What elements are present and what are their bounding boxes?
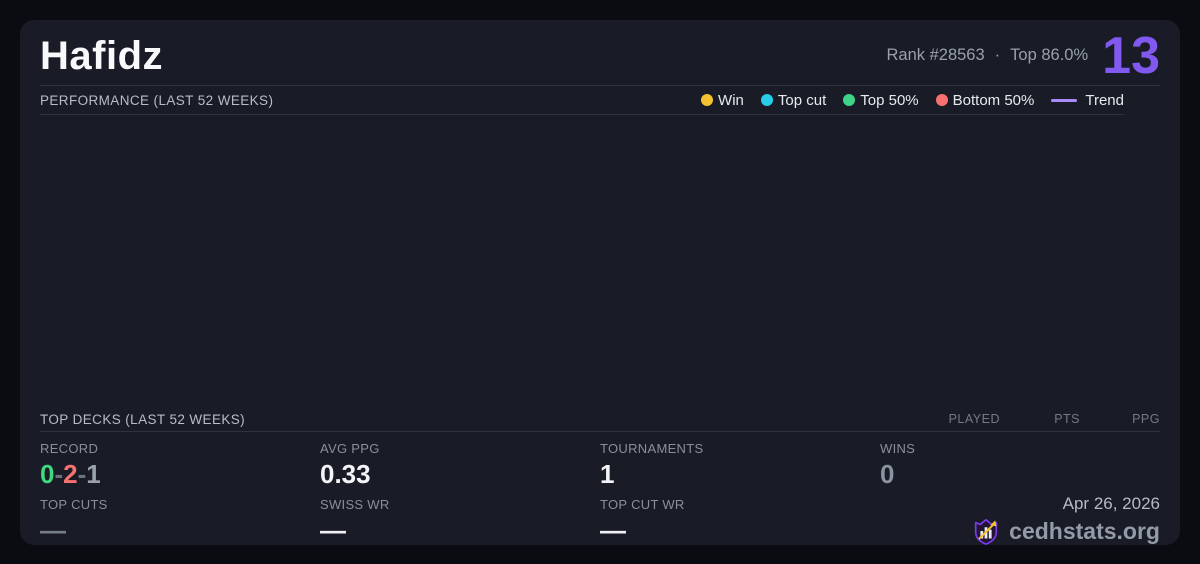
top-cut-wr-value: —	[600, 515, 880, 545]
cedhstats-logo-icon	[971, 516, 1001, 546]
header-right: Rank #28563 · Top 86.0% 13	[887, 30, 1161, 82]
legend-label: Top cut	[778, 92, 826, 109]
topcut-dot-icon	[761, 94, 773, 106]
tournaments-value: 1	[600, 459, 880, 489]
stat-label: RECORD	[40, 441, 320, 456]
score-badge: 13	[1102, 30, 1160, 82]
stats-grid: RECORD 0-2-1 AVG PPG 0.33 TOURNAMENTS 1 …	[40, 432, 1160, 545]
performance-chart	[40, 115, 1160, 407]
top-decks-title: TOP DECKS (LAST 52 WEEKS)	[40, 412, 245, 427]
record-draws: 1	[86, 459, 100, 489]
legend-item-win: Win	[701, 92, 744, 109]
legend-item-trend: Trend	[1051, 92, 1124, 109]
stat-label: TOP CUT WR	[600, 497, 880, 512]
app-background: { "player": { "name": "Hafidz", "rank": …	[0, 0, 1200, 564]
footer-cell: Apr 26, 2026 cedhstats.org	[880, 488, 1160, 545]
stat-top-cut-wr: TOP CUT WR —	[600, 488, 880, 545]
rank-line: Rank #28563 · Top 86.0%	[887, 46, 1089, 65]
record-separator: -	[78, 459, 87, 489]
trend-line-icon	[1051, 99, 1077, 102]
legend-label: Bottom 50%	[953, 92, 1035, 109]
stat-label: AVG PPG	[320, 441, 600, 456]
stat-wins: WINS 0	[880, 432, 1160, 488]
top-decks-columns: PLAYED PTS PPG	[920, 412, 1160, 426]
wins-value: 0	[880, 459, 1160, 489]
record-wins: 0	[40, 459, 54, 489]
avg-ppg-value: 0.33	[320, 459, 600, 489]
stat-swiss-wr: SWISS WR —	[320, 488, 600, 545]
performance-header-row: PERFORMANCE (LAST 52 WEEKS) Win Top cut …	[40, 86, 1124, 115]
performance-title: PERFORMANCE (LAST 52 WEEKS)	[40, 93, 273, 108]
site-brand[interactable]: cedhstats.org	[971, 516, 1160, 546]
player-card: Hafidz Rank #28563 · Top 86.0% 13 PERFOR…	[20, 20, 1180, 545]
record-separator: -	[54, 459, 63, 489]
win-dot-icon	[701, 94, 713, 106]
bottom50-dot-icon	[936, 94, 948, 106]
stat-record: RECORD 0-2-1	[40, 432, 320, 488]
legend-label: Trend	[1085, 92, 1124, 109]
stat-top-cuts: TOP CUTS —	[40, 488, 320, 545]
column-header-played: PLAYED	[920, 412, 1000, 426]
top50-dot-icon	[843, 94, 855, 106]
legend-item-bottom50: Bottom 50%	[936, 92, 1035, 109]
column-header-ppg: PPG	[1080, 412, 1160, 426]
stat-label: SWISS WR	[320, 497, 600, 512]
legend-item-topcut: Top cut	[761, 92, 826, 109]
legend-label: Top 50%	[860, 92, 918, 109]
top-cuts-value: —	[40, 515, 320, 545]
rank-separator: ·	[995, 46, 1001, 65]
generated-date: Apr 26, 2026	[1063, 495, 1160, 513]
site-name[interactable]: cedhstats.org	[1009, 517, 1160, 545]
legend-label: Win	[718, 92, 744, 109]
record-value: 0-2-1	[40, 459, 320, 489]
top-percent-text: Top 86.0%	[1010, 46, 1088, 65]
chart-legend: Win Top cut Top 50% Bottom 50% Trend	[701, 92, 1124, 109]
top-decks-header-row: TOP DECKS (LAST 52 WEEKS) PLAYED PTS PPG	[40, 407, 1160, 432]
card-header: Hafidz Rank #28563 · Top 86.0% 13	[40, 20, 1160, 86]
stat-label: WINS	[880, 441, 1160, 456]
swiss-wr-value: —	[320, 515, 600, 545]
legend-item-top50: Top 50%	[843, 92, 918, 109]
stat-label: TOURNAMENTS	[600, 441, 880, 456]
column-header-pts: PTS	[1000, 412, 1080, 426]
stat-tournaments: TOURNAMENTS 1	[600, 432, 880, 488]
record-losses: 2	[63, 459, 77, 489]
page-title: Hafidz	[40, 34, 163, 78]
rank-text: Rank #28563	[887, 46, 985, 65]
stat-avg-ppg: AVG PPG 0.33	[320, 432, 600, 488]
stat-label: TOP CUTS	[40, 497, 320, 512]
